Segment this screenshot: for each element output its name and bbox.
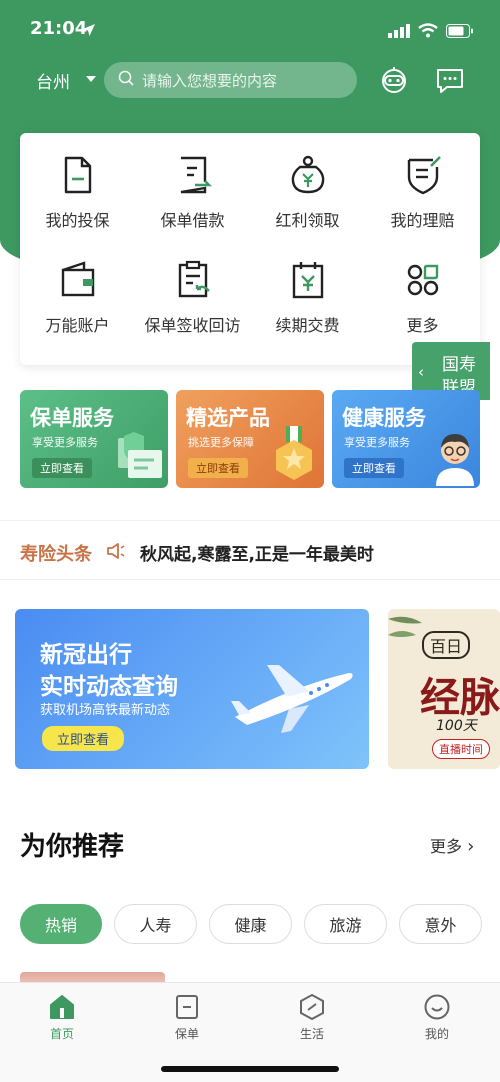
status-time: 21:04	[30, 18, 88, 39]
menu-label: 红利领取	[275, 211, 340, 230]
home-icon	[48, 993, 76, 1021]
tab-label: 首页	[49, 1027, 74, 1041]
signal-icon	[388, 23, 410, 42]
chip-hot[interactable]: 热销	[20, 904, 102, 944]
banner-title-line1: 新冠出行	[40, 642, 132, 668]
life-icon	[298, 993, 326, 1021]
menu-label: 保单借款	[160, 211, 225, 230]
tab-home[interactable]: 首页	[27, 993, 97, 1042]
menu-label: 我的理赔	[390, 211, 455, 230]
top-bar: 台州 请输入您想要的内容	[0, 60, 500, 100]
policy-doc-illustration-icon	[114, 432, 166, 486]
battery-icon	[446, 23, 474, 42]
home-indicator	[161, 1066, 339, 1072]
menu-label: 我的投保	[45, 211, 110, 230]
news-headline[interactable]: 秋风起,寒露至,正是一年最美时	[140, 540, 374, 565]
category-chips: 热销 人寿 健康 旅游 意外	[20, 904, 482, 944]
quick-menu-card: 我的投保 保单借款 红利领取 我的理赔 万能账户 保单签收回访 续期交费 更多	[20, 133, 480, 365]
recommend-more-label: 更多	[430, 837, 463, 856]
tab-mine[interactable]: 我的	[402, 993, 472, 1042]
banner-title-line2: 实时动态查询	[40, 674, 178, 700]
search-icon	[118, 70, 134, 90]
wallet-icon	[56, 258, 100, 302]
menu-label: 更多	[406, 316, 439, 335]
search-input[interactable]: 请输入您想要的内容	[104, 62, 357, 98]
menu-my-claims[interactable]: 我的理赔	[365, 147, 480, 252]
view-now-button[interactable]: 立即查看	[32, 458, 92, 478]
view-now-button[interactable]: 立即查看	[344, 458, 404, 478]
city-selector[interactable]: 台州	[36, 68, 70, 93]
chip-health[interactable]: 健康	[209, 904, 292, 944]
wifi-icon	[418, 23, 438, 42]
loan-doc-icon	[171, 153, 215, 197]
course-subtitle: 100天	[436, 718, 477, 734]
robot-assistant-icon[interactable]	[378, 64, 410, 96]
medal-icon	[272, 426, 316, 488]
tab-label: 我的	[424, 1027, 449, 1041]
chevron-left-icon: ‹	[418, 363, 424, 381]
menu-renewal-payment[interactable]: 续期交费	[250, 252, 365, 357]
calendar-yen-icon	[286, 258, 330, 302]
chevron-down-icon[interactable]	[86, 76, 96, 82]
bamboo-leaves-icon	[388, 609, 428, 673]
tab-label: 保单	[174, 1027, 199, 1041]
menu-label: 保单签收回访	[144, 316, 241, 335]
search-placeholder: 请输入您想要的内容	[142, 71, 278, 90]
tab-life[interactable]: 生活	[277, 993, 347, 1042]
profile-icon	[423, 993, 451, 1021]
float-tab-line1: 国寿	[442, 355, 476, 375]
service-subtitle: 享受更多服务	[344, 436, 410, 449]
course-badge: 百日	[422, 631, 471, 659]
chip-life[interactable]: 人寿	[114, 904, 197, 944]
message-icon[interactable]	[434, 64, 466, 96]
policy-doc-icon	[56, 153, 100, 197]
service-subtitle: 享受更多服务	[32, 436, 98, 449]
chip-accident[interactable]: 意外	[399, 904, 482, 944]
chevron-right-icon: ›	[467, 836, 475, 857]
tab-label: 生活	[299, 1027, 324, 1041]
course-banner[interactable]: 百日 经脉 100天 直播时间	[388, 609, 500, 769]
recommend-title: 为你推荐	[20, 832, 125, 862]
menu-universal-account[interactable]: 万能账户	[20, 252, 135, 357]
recommend-more-link[interactable]: 更多 ›	[430, 833, 474, 857]
news-ticker[interactable]: 寿险头条 秋风起,寒露至,正是一年最美时	[0, 520, 500, 580]
news-tag: 寿险头条	[20, 544, 92, 565]
clipboard-return-icon	[171, 258, 215, 302]
menu-label: 续期交费	[275, 316, 340, 335]
service-card-health[interactable]: 健康服务 享受更多服务 立即查看	[332, 390, 480, 488]
banner-view-now-button[interactable]: 立即查看	[42, 726, 125, 751]
policy-icon	[173, 993, 201, 1021]
doctor-avatar-icon	[432, 426, 478, 488]
claim-shield-icon	[401, 153, 445, 197]
service-title: 健康服务	[342, 406, 426, 430]
service-subtitle: 挑选更多保障	[188, 436, 254, 449]
more-grid-icon	[401, 258, 445, 302]
speaker-icon	[106, 542, 126, 564]
travel-banner[interactable]: 新冠出行 实时动态查询 获取机场高铁最新动态 立即查看	[15, 609, 369, 769]
menu-my-insurance[interactable]: 我的投保	[20, 147, 135, 252]
chip-travel[interactable]: 旅游	[304, 904, 387, 944]
menu-label: 万能账户	[45, 316, 110, 335]
location-arrow-icon	[82, 22, 96, 41]
service-card-products[interactable]: 精选产品 挑选更多保障 立即查看	[176, 390, 324, 488]
view-now-button[interactable]: 立即查看	[188, 458, 248, 478]
service-title: 保单服务	[30, 406, 114, 430]
service-title: 精选产品	[186, 406, 270, 430]
money-bag-icon	[286, 153, 330, 197]
menu-sign-visit[interactable]: 保单签收回访	[135, 252, 250, 357]
status-bar: 21:04	[0, 14, 500, 46]
menu-policy-loan[interactable]: 保单借款	[135, 147, 250, 252]
service-card-policy[interactable]: 保单服务 享受更多服务 立即查看	[20, 390, 168, 488]
airplane-icon	[227, 655, 357, 739]
course-live-time: 直播时间	[432, 739, 490, 759]
banner-subtitle: 获取机场高铁最新动态	[40, 703, 171, 718]
tab-policy[interactable]: 保单	[152, 993, 222, 1042]
menu-dividend[interactable]: 红利领取	[250, 147, 365, 252]
